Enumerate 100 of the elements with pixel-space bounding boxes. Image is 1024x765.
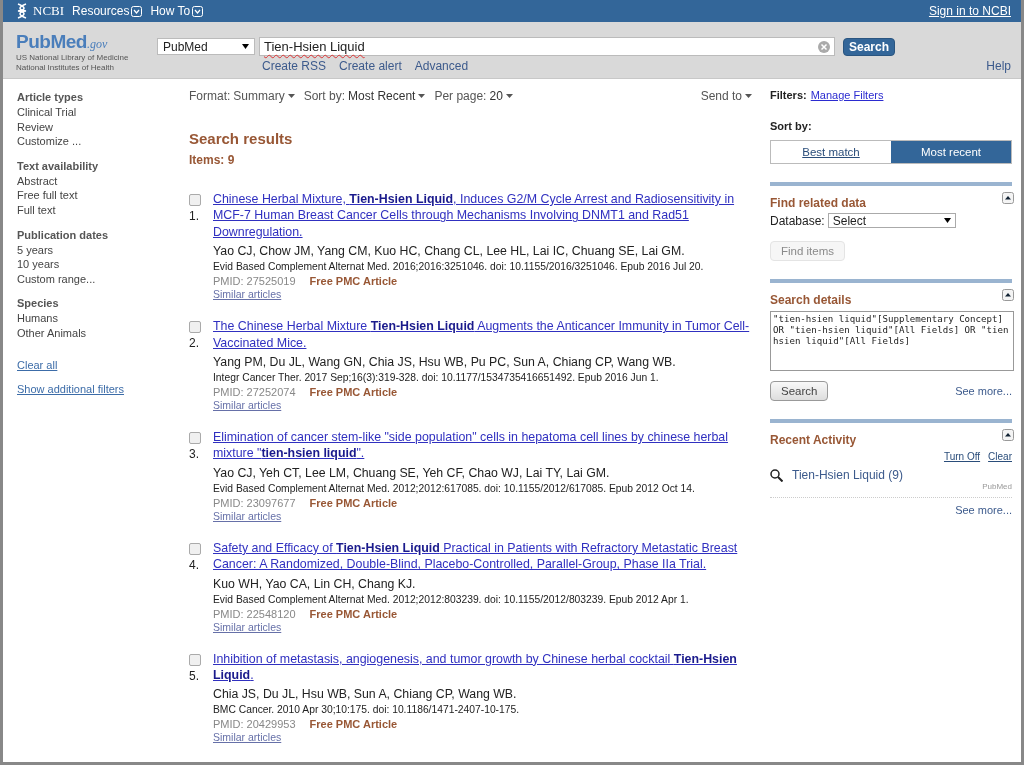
filter-link[interactable]: Full text <box>17 202 183 218</box>
citation-text: BMC Cancer. 2010 Apr 30;10:175. doi: 10.1186/1471-2407-10-175. <box>213 703 520 718</box>
filter-heading: Article types <box>17 90 85 105</box>
search-button[interactable]: Search <box>770 381 829 401</box>
manage-filters-link[interactable]: Manage Filters <box>810 89 884 101</box>
result-number: 3. <box>189 447 199 462</box>
similar-articles-link[interactable]: Similar articles <box>213 288 282 301</box>
authors-text: Yao CJ, Yeh CT, Lee LM, Chuang SE, Yeh CF, Chao WJ, Lai TY, Lai GM. <box>213 464 610 481</box>
checkbox[interactable] <box>189 542 201 555</box>
activity-link[interactable]: Clear <box>988 451 1012 462</box>
additional-filters-link[interactable]: Show additional filters <box>17 382 124 395</box>
send-to-dropdown[interactable]: Send to <box>700 89 752 103</box>
filter-link[interactable]: 5 years <box>17 242 183 258</box>
helix-icon <box>15 3 29 19</box>
search-field[interactable]: Tien-Hsien Liquid <box>259 37 835 56</box>
search-button[interactable]: Search <box>843 37 896 56</box>
collapse-icon <box>1002 192 1014 204</box>
result-number: 1. <box>189 209 199 223</box>
see-more-link[interactable]: See more... <box>955 385 1012 397</box>
article-title-link[interactable]: The Chinese Herbal Mixture Tien-Hsien Liquid Augments the Anticancer Immunity in Tumor Cell-Vaccinated Mice. <box>213 318 752 352</box>
article-title-link[interactable]: Chinese Herbal Mixture, Tien-Hsien Liquid, Induces G2/M Cycle Arrest and Radiosensitivity in MCF-7 Human Breast Cancer Cells through Mechanisms Involving DNMT1 and Rad51 Downregulation. <box>213 191 752 241</box>
logo-suffix: .gov <box>86 37 108 52</box>
brand-name[interactable]: NCBI <box>33 3 65 19</box>
filter-heading: Publication dates <box>17 227 110 243</box>
caret-icon <box>418 94 426 98</box>
result-number: 5. <box>189 668 199 683</box>
result-number: 4. <box>189 557 199 572</box>
citation-text: Evid Based Complement Alternat Med. 2016;2016:3251046. doi: 10.1155/2016/3251046. Epub 2016 Jul 20. <box>213 260 704 275</box>
search-icon <box>770 468 783 482</box>
checkbox[interactable] <box>189 432 201 445</box>
activity-link[interactable]: Turn Off <box>943 451 981 462</box>
article-title-link[interactable]: Safety and Efficacy of Tien-Hsien Liquid Practical in Patients with Refractory Metastatic Breast Cancer: A Randomized, Double-Blind, Placebo-Controlled, Parallel-Group, Phase IIa Trial. <box>213 539 752 573</box>
display-dropdown[interactable]: Summary <box>233 89 295 103</box>
logo-caption: National Institutes of Health <box>16 63 115 73</box>
search-link[interactable]: Create RSS <box>262 59 327 73</box>
database-label: PubMed <box>981 482 1012 491</box>
article-title-link[interactable]: Inhibition of metastasis, angiogenesis, and tumor growth by Chinese herbal cocktail Tien-Hsien Liquid. <box>213 650 752 684</box>
free-article-link[interactable]: Free PMC Article <box>309 385 398 400</box>
database-label: Database: <box>770 213 825 228</box>
similar-articles-link[interactable]: Similar articles <box>213 509 282 522</box>
sign-in-link[interactable]: Sign in to NCBI <box>928 4 1011 18</box>
filters-label: Filters: <box>770 89 807 101</box>
filter-link[interactable]: Review <box>17 119 183 135</box>
menu-link[interactable]: Resources <box>72 4 130 18</box>
results-heading: Search results <box>189 130 294 147</box>
caret-icon <box>745 94 752 98</box>
panel-title: Search details <box>770 293 852 307</box>
similar-articles-link[interactable]: Similar articles <box>213 399 282 412</box>
filter-link[interactable]: Free full text <box>17 188 183 203</box>
filter-link[interactable]: 10 years <box>17 257 183 272</box>
display-label: Sort by: <box>303 89 346 103</box>
collapse-icon <box>1002 429 1014 441</box>
caret-icon <box>505 94 513 98</box>
checkbox[interactable] <box>189 321 201 334</box>
display-label: Per page: <box>434 89 487 103</box>
similar-articles-link[interactable]: Similar articles <box>213 620 282 633</box>
free-article-link[interactable]: Free PMC Article <box>309 274 398 289</box>
pmid-text: PMID: 22548120 <box>213 606 296 621</box>
pmid-text: PMID: 27252074 <box>213 385 296 400</box>
sort-tab[interactable]: Most recent <box>891 141 1011 163</box>
pmid-text: PMID: 23097677 <box>213 495 296 510</box>
search-link[interactable]: Advanced <box>414 59 469 73</box>
filter-link[interactable]: Other Animals <box>17 325 183 341</box>
authors-text: Yang PM, Du JL, Wang GN, Chia JS, Hsu WB, Pu PC, Sun A, Chiang CP, Wang WB. <box>213 354 676 371</box>
filter-link[interactable]: Humans <box>17 311 183 326</box>
citation-text: Evid Based Complement Alternat Med. 2012;2012:617085. doi: 10.1155/2012/617085. Epub 2012 Oct 14. <box>213 481 695 496</box>
search-details-field[interactable]: "tien-hsien liquid"[Supplementary Concept] OR "tien-hsien liquid"[All Fields] OR "tien hsien liquid"[All Fields] <box>770 311 1014 371</box>
see-more-link[interactable]: See more... <box>955 504 1012 516</box>
checkbox[interactable] <box>189 194 201 206</box>
result-number: 2. <box>189 336 199 351</box>
dropdown-arrow-icon <box>943 218 951 223</box>
display-label: Format: <box>189 89 231 103</box>
filter-link[interactable]: Clinical Trial <box>17 105 183 120</box>
recent-search-link[interactable]: Tien-Hsien Liquid (9) <box>792 468 903 482</box>
database-select[interactable]: Select <box>827 213 956 228</box>
filter-link[interactable]: Abstract <box>17 173 183 189</box>
display-dropdown[interactable]: 20 <box>489 89 513 103</box>
authors-text: Kuo WH, Yao CA, Lin CH, Chang KJ. <box>213 575 416 592</box>
caret-icon <box>287 94 295 98</box>
clear-icon <box>818 40 830 53</box>
results-count: Items: 9 <box>189 153 236 167</box>
similar-articles-link[interactable]: Similar articles <box>213 731 282 744</box>
article-title-link[interactable]: Elimination of cancer stem-like "side population" cells in hepatoma cell lines by chinese herbal mixture "tien-hsien liquid". <box>213 429 752 462</box>
citation-text: Integr Cancer Ther. 2017 Sep;16(3):319-328. doi: 10.1177/1534735416651492. Epub 2016 Jun 1. <box>213 371 659 386</box>
database-select[interactable]: PubMed <box>157 38 255 55</box>
help-link[interactable]: Help <box>986 59 1011 73</box>
free-article-link[interactable]: Free PMC Article <box>309 717 398 732</box>
display-dropdown[interactable]: Most Recent <box>348 89 426 103</box>
filter-heading: Text availability <box>17 158 100 174</box>
chevron-down-icon <box>192 5 204 17</box>
search-link[interactable]: Create alert <box>339 59 402 73</box>
menu-link[interactable]: How To <box>150 4 191 18</box>
free-article-link[interactable]: Free PMC Article <box>309 606 398 621</box>
authors-text: Yao CJ, Chow JM, Yang CM, Kuo HC, Chang CL, Lee HL, Lai IC, Chuang SE, Lai GM. <box>213 243 685 260</box>
checkbox[interactable] <box>189 653 201 666</box>
clear-all-link[interactable]: Clear all <box>17 358 58 371</box>
filter-link[interactable]: Custom range... <box>17 271 183 287</box>
collapse-icon <box>1002 289 1014 301</box>
free-article-link[interactable]: Free PMC Article <box>309 495 398 510</box>
filter-link[interactable]: Customize ... <box>17 134 183 149</box>
